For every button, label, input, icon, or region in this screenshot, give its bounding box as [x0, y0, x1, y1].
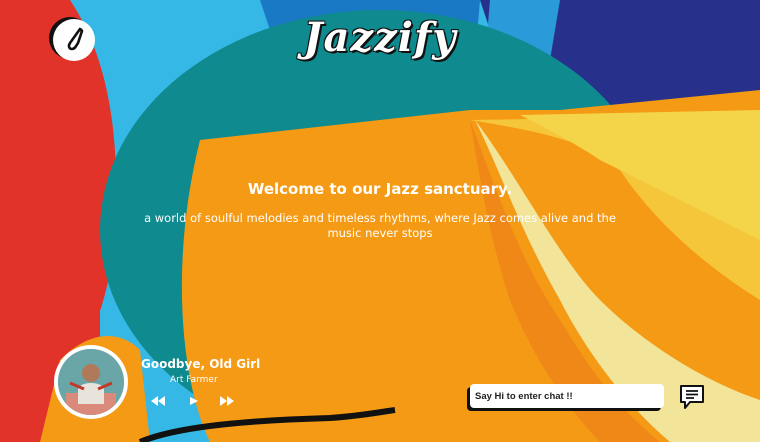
- welcome-heading: Welcome to our Jazz sanctuary.: [247, 180, 513, 198]
- rewind-icon[interactable]: [150, 394, 166, 408]
- brand-title: Jazzify: [303, 14, 457, 61]
- song-artist: Art Farmer: [170, 375, 218, 385]
- chat-input[interactable]: [470, 384, 664, 408]
- chat-icon[interactable]: [678, 383, 706, 411]
- album-cover-image: [58, 349, 124, 415]
- fast-forward-icon[interactable]: [219, 394, 235, 408]
- song-title: Goodbye, Old Girl: [141, 357, 261, 371]
- album-art: [54, 345, 128, 419]
- hero-tagline: a world of soulful melodies and timeless…: [144, 211, 616, 240]
- play-icon[interactable]: [188, 394, 200, 408]
